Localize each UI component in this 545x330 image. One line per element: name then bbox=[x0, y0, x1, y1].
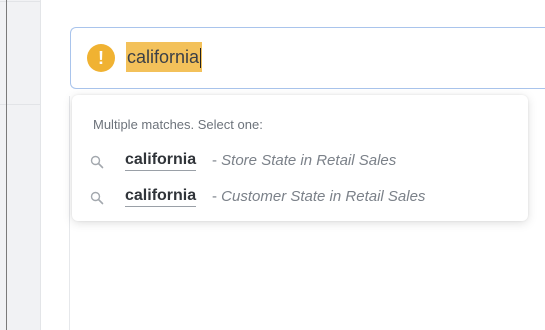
warning-icon: ! bbox=[87, 44, 115, 72]
search-query-text: california bbox=[127, 47, 200, 67]
suggestion-term: california bbox=[125, 151, 197, 171]
search-input[interactable]: ! california bbox=[70, 27, 545, 89]
suggestion-separator: - bbox=[212, 152, 217, 169]
suggestion-description: - Store State in Retail Sales bbox=[212, 152, 396, 170]
warning-glyph: ! bbox=[98, 48, 104, 68]
suggestion-item[interactable]: california - Customer State in Retail Sa… bbox=[90, 186, 510, 212]
dropdown-header: Multiple matches. Select one: bbox=[93, 117, 263, 132]
search-icon bbox=[90, 155, 104, 169]
suggestion-dropdown: Multiple matches. Select one: california… bbox=[72, 95, 528, 221]
suggestion-description: - Customer State in Retail Sales bbox=[212, 188, 425, 206]
divider bbox=[69, 96, 70, 330]
search-query-selection[interactable]: california bbox=[126, 42, 203, 72]
suggestion-description-text: Store State in Retail Sales bbox=[221, 152, 397, 169]
suggestion-description-text: Customer State in Retail Sales bbox=[221, 188, 426, 205]
search-icon bbox=[90, 191, 104, 205]
suggestion-separator: - bbox=[212, 188, 217, 205]
app-frame: ! california Multiple matches. Select on… bbox=[0, 0, 545, 330]
suggestion-item[interactable]: california - Store State in Retail Sales bbox=[90, 150, 510, 176]
text-caret bbox=[200, 48, 202, 69]
window-edge bbox=[6, 0, 7, 330]
suggestion-term: california bbox=[125, 187, 197, 207]
